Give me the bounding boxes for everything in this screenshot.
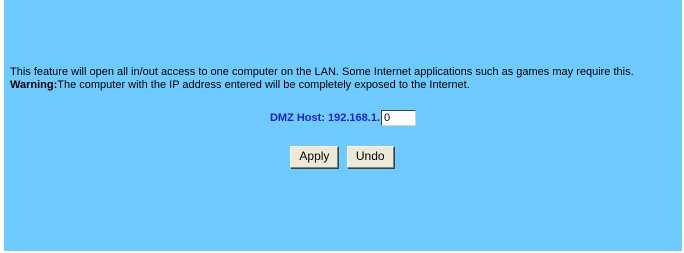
warning-label: Warning: xyxy=(10,79,58,91)
warning-text: The computer with the IP address entered… xyxy=(57,79,470,91)
apply-button[interactable]: Apply xyxy=(290,146,339,168)
description-block: This feature will open all in/out access… xyxy=(10,66,680,92)
undo-button[interactable]: Undo xyxy=(346,146,394,168)
warning-line: Warning:The computer with the IP address… xyxy=(10,79,680,92)
settings-panel: This feature will open all in/out access… xyxy=(4,0,682,251)
button-row: Apply Undo xyxy=(0,146,684,168)
feature-description: This feature will open all in/out access… xyxy=(10,66,634,78)
dmz-host-label: DMZ Host: 192.168.1. xyxy=(269,112,381,124)
dmz-host-input[interactable] xyxy=(381,110,417,126)
dmz-host-row: DMZ Host: 192.168.1. xyxy=(4,110,682,126)
